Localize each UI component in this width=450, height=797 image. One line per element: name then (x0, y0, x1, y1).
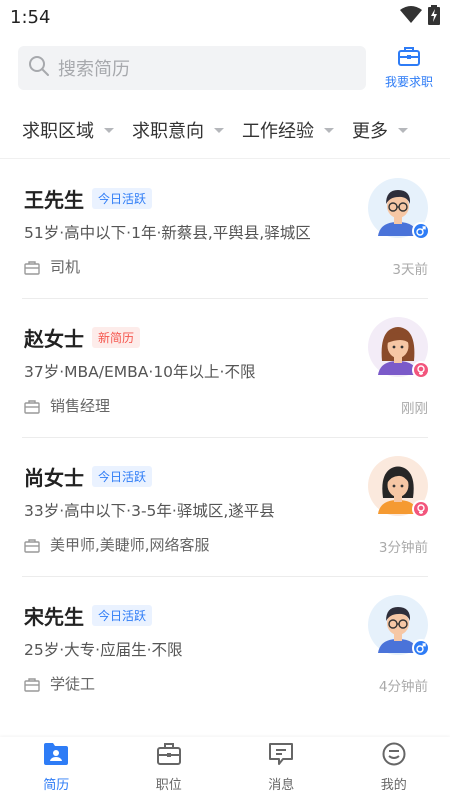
candidate-info: 25岁·大专·应届生·不限 (24, 641, 183, 659)
caret-down-icon (324, 127, 334, 133)
job-row: 司机 (24, 256, 80, 277)
active-time: 3分钟前 (378, 540, 428, 556)
job-seek-label: 我要求职 (384, 75, 433, 89)
resume-list: 王先生 今日活跃 51岁·高中以下·1年·新蔡县,平舆县,驿城区 司机 3天前 (0, 160, 450, 716)
caret-down-icon (398, 127, 408, 133)
wifi-icon (400, 6, 422, 28)
active-time: 刚刚 (401, 401, 428, 417)
desired-job: 美甲师,美睫师,网络客服 (50, 536, 210, 554)
resume-card[interactable]: 赵女士 新简历 37岁·MBA/EMBA·10年以上·不限 销售经理 刚刚 (22, 299, 430, 438)
female-gender-icon (412, 500, 430, 518)
status-badge: 今日活跃 (92, 605, 153, 626)
status-badge: 新简历 (92, 327, 141, 348)
nav-item-resume[interactable]: 简历 (0, 737, 113, 797)
filter-region[interactable]: 求职区域 (22, 117, 114, 143)
avatar (368, 317, 430, 379)
job-row: 学徒工 (24, 673, 95, 694)
status-badge: 今日活跃 (92, 188, 153, 209)
filter-experience[interactable]: 工作经验 (242, 117, 334, 143)
briefcase-icon (24, 399, 40, 414)
bottom-nav: 简历 职位 消息 我的 (0, 737, 450, 797)
battery-charging-icon (428, 5, 440, 29)
resume-icon (43, 742, 69, 770)
name-row: 尚女士 今日活跃 (24, 462, 153, 491)
search-icon (28, 55, 50, 81)
resume-card[interactable]: 宋先生 今日活跃 25岁·大专·应届生·不限 学徒工 4分钟前 (22, 577, 430, 716)
briefcase-icon (24, 260, 40, 275)
name-row: 王先生 今日活跃 (24, 184, 153, 213)
job-row: 美甲师,美睫师,网络客服 (24, 534, 210, 555)
candidate-name: 赵女士 (24, 327, 84, 351)
filter-bar: 求职区域 求职意向 工作经验 更多 (0, 110, 450, 150)
job-seek-button[interactable]: 我要求职 (380, 46, 438, 90)
status-icons (400, 5, 440, 29)
desired-job: 学徒工 (50, 675, 96, 693)
avatar (368, 456, 430, 518)
briefcase-icon (24, 538, 40, 553)
nav-item-jobs[interactable]: 职位 (113, 737, 226, 797)
desired-job: 销售经理 (50, 397, 111, 415)
caret-down-icon (104, 127, 114, 133)
nav-label: 简历 (43, 777, 70, 793)
caret-down-icon (214, 127, 224, 133)
female-gender-icon (412, 361, 430, 379)
nav-label: 消息 (268, 777, 295, 793)
active-time: 4分钟前 (378, 679, 428, 695)
name-row: 宋先生 今日活跃 (24, 601, 153, 630)
nav-label: 我的 (380, 777, 407, 793)
avatar (368, 178, 430, 240)
filter-more[interactable]: 更多 (352, 117, 408, 143)
candidate-info: 33岁·高中以下·3-5年·驿城区,遂平县 (24, 502, 275, 520)
search-header: 搜索简历 我要求职 (18, 44, 438, 92)
filter-label: 求职意向 (132, 121, 204, 142)
desired-job: 司机 (50, 258, 81, 276)
nav-item-profile[interactable]: 我的 (338, 737, 450, 797)
status-time: 1:54 (10, 6, 51, 28)
job-row: 销售经理 (24, 395, 110, 416)
filter-label: 工作经验 (242, 121, 314, 142)
male-gender-icon (412, 222, 430, 240)
briefcase-icon (24, 677, 40, 692)
status-badge: 今日活跃 (92, 466, 153, 487)
briefcase-icon (398, 46, 420, 70)
candidate-info: 37岁·MBA/EMBA·10年以上·不限 (24, 363, 256, 381)
candidate-name: 宋先生 (24, 605, 84, 629)
filter-label: 求职区域 (22, 121, 94, 142)
name-row: 赵女士 新简历 (24, 323, 141, 352)
search-placeholder: 搜索简历 (58, 59, 130, 80)
divider (0, 158, 450, 159)
active-time: 3天前 (392, 262, 428, 278)
nav-label: 职位 (155, 777, 182, 793)
profile-icon (381, 742, 407, 770)
male-gender-icon (412, 639, 430, 657)
briefcase-icon (156, 742, 182, 770)
candidate-name: 王先生 (24, 188, 84, 212)
message-icon (268, 742, 294, 770)
status-bar: 1:54 (0, 0, 450, 34)
filter-intention[interactable]: 求职意向 (132, 117, 224, 143)
search-input[interactable]: 搜索简历 (18, 46, 366, 90)
avatar (368, 595, 430, 657)
nav-item-messages[interactable]: 消息 (225, 737, 338, 797)
candidate-name: 尚女士 (24, 466, 84, 490)
filter-label: 更多 (352, 121, 388, 142)
resume-card[interactable]: 王先生 今日活跃 51岁·高中以下·1年·新蔡县,平舆县,驿城区 司机 3天前 (22, 160, 430, 299)
resume-card[interactable]: 尚女士 今日活跃 33岁·高中以下·3-5年·驿城区,遂平县 美甲师,美睫师,网… (22, 438, 430, 577)
candidate-info: 51岁·高中以下·1年·新蔡县,平舆县,驿城区 (24, 224, 311, 242)
